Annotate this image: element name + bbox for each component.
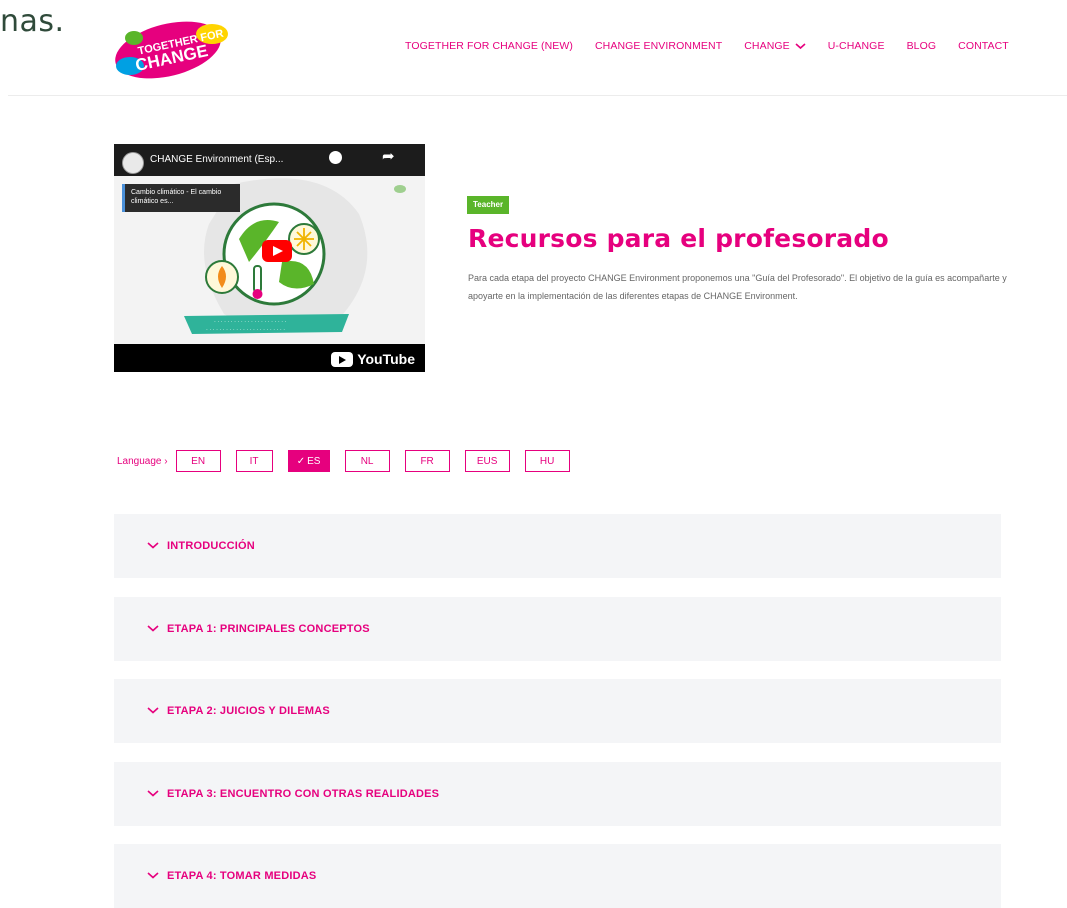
youtube-play-icon — [331, 351, 354, 367]
language-option-it[interactable]: IT — [235, 450, 273, 472]
together-for-change-logo[interactable]: TOGETHER FOR CHANGE — [110, 14, 240, 86]
accordion-etapa-2[interactable]: ETAPA 2: JUICIOS Y DILEMAS — [114, 679, 1001, 743]
accordion-introduccion[interactable]: INTRODUCCIÓN — [114, 514, 1001, 578]
nav-item-change-environment[interactable]: CHANGE ENVIRONMENT — [595, 40, 722, 52]
check-icon: ✓ — [296, 455, 306, 467]
nav-item-change[interactable]: CHANGE — [744, 40, 806, 52]
video-info-card[interactable]: Cambio climático - El cambio climático e… — [122, 184, 240, 212]
accordion-title: ETAPA 1: PRINCIPALES CONCEPTOS — [167, 623, 370, 635]
language-option-eus[interactable]: EUS — [464, 450, 510, 472]
video-title[interactable]: CHANGE Environment (Esp... — [150, 154, 283, 165]
watch-later-icon[interactable] — [329, 151, 342, 164]
nav-item-u-change[interactable]: U-CHANGE — [828, 40, 885, 52]
accordion-etapa-3[interactable]: ETAPA 3: ENCUENTRO CON OTRAS REALIDADES — [114, 762, 1001, 826]
language-option-en[interactable]: EN — [175, 450, 221, 472]
youtube-logo[interactable]: YouTube — [331, 351, 415, 367]
accordion-title: ETAPA 3: ENCUENTRO CON OTRAS REALIDADES — [167, 788, 440, 800]
language-option-hu[interactable]: HU — [524, 450, 570, 472]
nav-link-label[interactable]: CHANGE ENVIRONMENT — [595, 40, 722, 52]
chevron-down-icon — [147, 705, 161, 717]
nav-item-contact[interactable]: CONTACT — [958, 40, 1009, 52]
teacher-tag-badge: Teacher — [467, 196, 510, 214]
youtube-video-embed[interactable]: · · · · · · · · · · · · · · · · · · · · … — [114, 144, 425, 372]
page-title: Recursos para el profesorado — [468, 224, 889, 253]
accordion-etapa-4[interactable]: ETAPA 4: TOMAR MEDIDAS — [114, 844, 1001, 908]
svg-text:· · · · · · · · · · · · · · ·: · · · · · · · · · · · · · · · · · · · · … — [214, 319, 287, 325]
chevron-down-icon[interactable] — [795, 42, 806, 50]
svg-text:· · · · · · · · · · · · · · ·: · · · · · · · · · · · · · · · · · · · · … — [206, 327, 285, 333]
language-option-nl[interactable]: NL — [344, 450, 390, 472]
chevron-down-icon — [147, 788, 161, 800]
youtube-logo-text: YouTube — [357, 351, 415, 367]
share-icon[interactable]: ➦ — [382, 147, 395, 165]
language-selector: Language › EN IT ✓ ES NL FR EUS HU — [117, 450, 585, 472]
nav-link-label[interactable]: CHANGE — [744, 40, 790, 52]
play-icon[interactable] — [262, 240, 292, 262]
accordion-title: INTRODUCCIÓN — [167, 540, 255, 552]
nav-link-label[interactable]: BLOG — [907, 40, 937, 52]
language-label: Language › — [117, 455, 168, 467]
page-description: Para cada etapa del proyecto CHANGE Envi… — [468, 273, 1007, 301]
accordion-etapa-1[interactable]: ETAPA 1: PRINCIPALES CONCEPTOS — [114, 597, 1001, 661]
nav-link-label[interactable]: TOGETHER FOR CHANGE (NEW) — [405, 40, 573, 52]
chevron-down-icon — [147, 623, 161, 635]
accordion-title: ETAPA 2: JUICIOS Y DILEMAS — [167, 705, 330, 717]
language-option-fr[interactable]: FR — [404, 450, 450, 472]
channel-avatar[interactable] — [122, 152, 144, 174]
main-nav: TOGETHER FOR CHANGE (NEW) CHANGE ENVIRON… — [405, 40, 1009, 52]
nav-item-blog[interactable]: BLOG — [907, 40, 937, 52]
language-option-es[interactable]: ✓ ES — [287, 450, 330, 472]
nav-link-label[interactable]: U-CHANGE — [828, 40, 885, 52]
nav-link-label[interactable]: CONTACT — [958, 40, 1009, 52]
header-divider — [8, 95, 1067, 96]
top-text-fragment: nas. — [0, 4, 65, 39]
nav-item-together-for-change[interactable]: TOGETHER FOR CHANGE (NEW) — [405, 40, 573, 52]
chevron-down-icon — [147, 870, 161, 882]
accordion-title: ETAPA 4: TOMAR MEDIDAS — [167, 870, 317, 882]
chevron-down-icon — [147, 540, 161, 552]
